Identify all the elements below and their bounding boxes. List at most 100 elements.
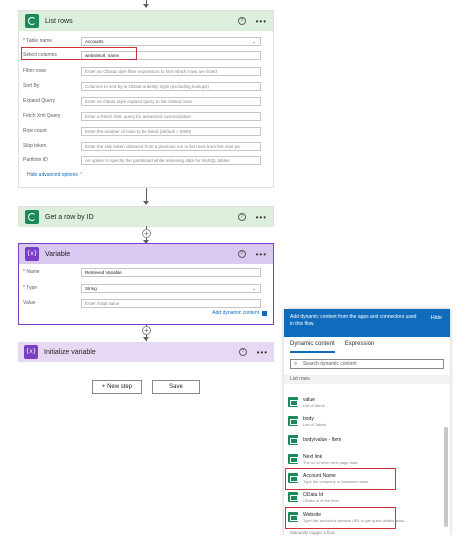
item-desc: The url to fetch next page data. xyxy=(303,459,359,465)
field-row: * Type String ⌄ xyxy=(23,282,261,294)
field-row: Skip token Enter the skip token obtained… xyxy=(23,140,261,152)
expand-query-input[interactable]: Enter an Odata style expand query to lis… xyxy=(81,96,261,106)
table-icon xyxy=(288,416,298,426)
more-options-icon[interactable]: ••• xyxy=(257,348,268,357)
variable-type-dropdown[interactable]: String ⌄ xyxy=(81,283,261,293)
dynamic-item-value[interactable]: value List of Items xyxy=(288,395,438,409)
variable-icon: {x} xyxy=(25,247,39,261)
field-row: Row count Enter the number of rows to be… xyxy=(23,125,261,137)
flow-arrow xyxy=(143,337,149,341)
dataverse-icon xyxy=(25,14,39,28)
dynamic-item-next-link[interactable]: Next link The url to fetch next page data… xyxy=(288,452,438,466)
card-title: Get a row by ID xyxy=(45,213,94,221)
variable-icon: {x} xyxy=(24,345,38,359)
list-rows-card: List rows ? ••• * Table name Accounts ⌄ … xyxy=(18,10,274,188)
insert-step-icon[interactable]: + xyxy=(142,326,151,335)
field-label: * Table name xyxy=(23,38,53,44)
card-title: Initialize variable xyxy=(44,348,96,356)
help-icon[interactable]: ? xyxy=(237,250,246,258)
field-row: * Table name Accounts ⌄ xyxy=(23,35,261,47)
item-desc: OData Id of the Item xyxy=(303,497,340,503)
variable-name-input[interactable]: Retrieved Variable xyxy=(81,267,261,277)
dataverse-icon xyxy=(25,210,39,224)
more-options-icon[interactable]: ••• xyxy=(256,250,267,259)
field-row: Filter rows Enter an OData style filter … xyxy=(23,65,261,77)
dynamic-content-panel: Add dynamic content from the apps and co… xyxy=(284,309,450,536)
field-label: Sort By xyxy=(23,83,40,89)
get-row-header[interactable]: Get a row by ID ? ••• xyxy=(19,207,273,227)
new-step-button[interactable]: + New step xyxy=(92,380,142,394)
panel-tabs: Dynamic content Expression xyxy=(284,341,450,353)
flow-arrow xyxy=(143,4,149,8)
field-row: Fetch Xml Query Enter a Fetch XML query … xyxy=(23,110,261,122)
item-name: body/value - Item xyxy=(303,437,342,443)
initialize-variable-card: {x} Initialize variable ? ••• xyxy=(18,342,274,362)
card-title: Variable xyxy=(45,250,71,258)
help-icon[interactable]: ? xyxy=(237,17,246,25)
item-desc: List of Items xyxy=(303,402,325,408)
chevron-up-icon: ⌃ xyxy=(79,172,84,178)
search-input[interactable]: Search dynamic content xyxy=(290,359,444,369)
dynamic-item-odata-id[interactable]: OData Id OData Id of the Item xyxy=(288,490,438,504)
card-title: List rows xyxy=(45,17,73,25)
table-name-dropdown[interactable]: Accounts ⌄ xyxy=(81,36,261,46)
table-icon xyxy=(288,492,298,502)
more-options-icon[interactable]: ••• xyxy=(256,213,267,222)
chevron-down-icon: ⌄ xyxy=(252,38,256,44)
insert-step-icon[interactable]: + xyxy=(142,229,151,238)
field-label: Skip token xyxy=(23,143,47,149)
fetch-xml-input[interactable]: Enter a Fetch XML query for advanced cus… xyxy=(81,111,261,121)
table-icon xyxy=(288,435,298,445)
section-header-trigger: Manually trigger a flow xyxy=(290,530,336,535)
field-row: Expand Query Enter an Odata style expand… xyxy=(23,95,261,107)
field-row: Value Enter initial value xyxy=(23,297,261,309)
field-label: Fetch Xml Query xyxy=(23,113,61,119)
field-label: Row count xyxy=(23,128,47,134)
partition-id-input[interactable]: An option to specify the partitionId whi… xyxy=(81,155,261,165)
field-row: Sort By Columns to sort by in OData orde… xyxy=(23,80,261,92)
scrollbar[interactable] xyxy=(444,427,448,527)
field-label: * Type xyxy=(23,285,38,291)
dynamic-item-body-value[interactable]: body/value - Item xyxy=(288,433,438,447)
help-icon[interactable]: ? xyxy=(237,213,246,221)
more-options-icon[interactable]: ••• xyxy=(256,17,267,26)
link-label: Add dynamic content xyxy=(212,310,259,316)
variable-card: {x} Variable ? ••• * Name Retrieved Vari… xyxy=(18,243,274,325)
skip-token-input[interactable]: Enter the skip token obtained from a pre… xyxy=(81,141,261,151)
field-label: Value xyxy=(23,300,36,306)
tab-dynamic-content[interactable]: Dynamic content xyxy=(290,341,335,353)
dynamic-item-body[interactable]: body List of Tables xyxy=(288,414,438,428)
variable-value-input[interactable]: Enter initial value xyxy=(81,298,261,308)
variable-header[interactable]: {x} Variable ? ••• xyxy=(19,244,273,264)
table-icon xyxy=(288,454,298,464)
field-row: * Name Retrieved Variable xyxy=(23,266,261,278)
hide-advanced-options-link[interactable]: Hide advanced options ⌃ xyxy=(27,172,83,178)
section-header: List rows xyxy=(284,375,450,384)
item-desc: List of Tables xyxy=(303,421,327,427)
hide-button[interactable]: Hide xyxy=(431,315,442,322)
panel-intro-text: Add dynamic content from the apps and co… xyxy=(290,314,417,327)
highlight-box xyxy=(285,507,396,529)
help-icon[interactable]: ? xyxy=(238,348,247,356)
highlight-box xyxy=(285,468,396,490)
highlight-box xyxy=(21,47,137,60)
dynamic-content-icon xyxy=(262,310,267,316)
field-label: Expand Query xyxy=(23,98,55,104)
add-dynamic-content-link[interactable]: Add dynamic content xyxy=(212,310,267,316)
field-label: Partition ID xyxy=(23,157,48,163)
field-value: Accounts xyxy=(85,38,104,44)
row-count-input[interactable]: Enter the number of rows to be listed (d… xyxy=(81,126,261,136)
field-label: Filter rows xyxy=(23,68,47,74)
save-button[interactable]: Save xyxy=(152,380,200,394)
table-icon xyxy=(288,397,298,407)
tab-expression[interactable]: Expression xyxy=(345,341,375,353)
list-rows-header[interactable]: List rows ? ••• xyxy=(19,11,273,31)
field-row: Partition ID An option to specify the pa… xyxy=(23,154,261,166)
flow-arrow xyxy=(143,201,149,205)
field-value: String xyxy=(85,285,97,291)
link-label: Hide advanced options xyxy=(27,172,78,178)
panel-banner: Add dynamic content from the apps and co… xyxy=(284,309,450,337)
initialize-variable-header[interactable]: {x} Initialize variable ? ••• xyxy=(18,342,274,362)
sort-by-input[interactable]: Columns to sort by in OData orderBy styl… xyxy=(81,81,261,91)
filter-rows-input[interactable]: Enter an OData style filter expression t… xyxy=(81,66,261,76)
